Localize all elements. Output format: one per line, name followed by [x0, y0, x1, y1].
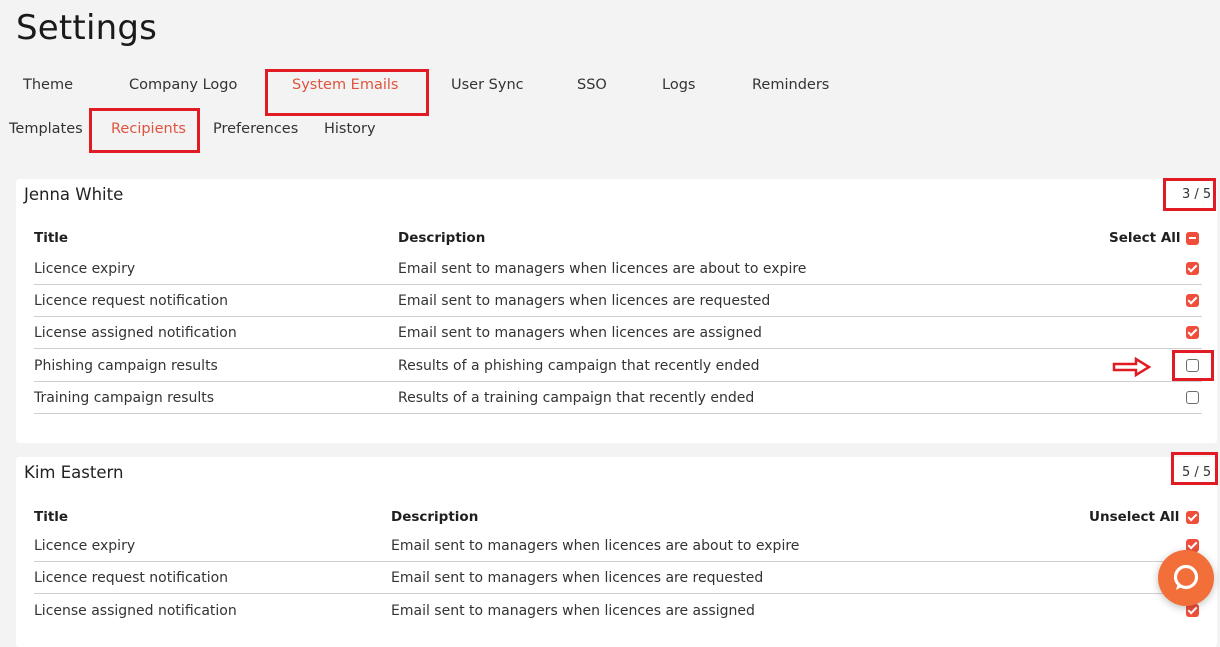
row-description: Email sent to managers when licences are…	[398, 261, 807, 277]
recipient-name: Kim Eastern	[24, 463, 124, 482]
table-row: Training campaign results Results of a t…	[34, 382, 1202, 414]
table-row: Licence expiry Email sent to managers wh…	[34, 530, 1202, 562]
tab-sso[interactable]: SSO	[577, 77, 607, 93]
recipient-card: Jenna White 3 / 5 Title Description Sele…	[16, 179, 1217, 443]
tab-logs[interactable]: Logs	[662, 77, 695, 93]
column-header-description: Description	[391, 509, 479, 525]
select-all-label: Select All	[1109, 230, 1181, 246]
unselect-all-label: Unselect All	[1089, 509, 1180, 525]
table-row: Licence request notification Email sent …	[34, 562, 1202, 594]
row-description: Email sent to managers when licences are…	[391, 603, 755, 619]
tab-company-logo[interactable]: Company Logo	[129, 77, 237, 93]
subtab-preferences[interactable]: Preferences	[213, 121, 298, 137]
row-description: Email sent to managers when licences are…	[391, 570, 764, 586]
table-row: License assigned notification Email sent…	[34, 317, 1202, 349]
recipient-count: 5 / 5	[1182, 465, 1212, 480]
table-row: Phishing campaign results Results of a p…	[34, 350, 1202, 382]
row-description: Email sent to managers when licences are…	[398, 293, 771, 309]
row-title: Phishing campaign results	[34, 358, 218, 374]
tab-system-emails[interactable]: System Emails	[292, 77, 398, 93]
arrow-right-icon	[1112, 357, 1152, 377]
subtab-templates[interactable]: Templates	[9, 121, 83, 137]
subtab-recipients[interactable]: Recipients	[111, 121, 186, 137]
row-title: Licence request notification	[34, 293, 229, 309]
tab-user-sync[interactable]: User Sync	[451, 77, 524, 93]
row-description: Email sent to managers when licences are…	[391, 538, 800, 554]
row-checkbox[interactable]	[1186, 294, 1199, 307]
table-row: License assigned notification Email sent…	[34, 595, 1202, 627]
row-description: Results of a training campaign that rece…	[398, 390, 755, 406]
row-checkbox[interactable]	[1186, 391, 1199, 404]
row-checkbox[interactable]	[1186, 359, 1199, 372]
row-checkbox[interactable]	[1186, 262, 1199, 275]
row-title: Licence request notification	[34, 570, 229, 586]
recipient-count: 3 / 5	[1182, 187, 1212, 202]
row-title: Training campaign results	[34, 390, 215, 406]
recipient-card: Kim Eastern 5 / 5 Title Description Unse…	[16, 457, 1217, 647]
row-title: License assigned notification	[34, 325, 237, 341]
row-description: Email sent to managers when licences are…	[398, 325, 762, 341]
row-title: Licence expiry	[34, 261, 136, 277]
subtab-history[interactable]: History	[324, 121, 376, 137]
unselect-all-checkbox[interactable]	[1186, 511, 1199, 524]
chat-help-icon	[1173, 564, 1199, 590]
column-header-description: Description	[398, 230, 486, 246]
column-header-title: Title	[34, 230, 69, 246]
row-description: Results of a phishing campaign that rece…	[398, 358, 760, 374]
row-checkbox[interactable]	[1186, 326, 1199, 339]
row-title: Licence expiry	[34, 538, 136, 554]
page-title: Settings	[16, 8, 158, 48]
row-title: License assigned notification	[34, 603, 237, 619]
recipient-name: Jenna White	[24, 185, 124, 204]
tab-theme[interactable]: Theme	[23, 77, 73, 93]
help-chat-button[interactable]	[1158, 550, 1214, 606]
tab-reminders[interactable]: Reminders	[752, 77, 829, 93]
column-header-title: Title	[34, 509, 69, 525]
select-all-checkbox[interactable]	[1186, 232, 1199, 245]
table-row: Licence expiry Email sent to managers wh…	[34, 253, 1202, 285]
table-row: Licence request notification Email sent …	[34, 285, 1202, 317]
